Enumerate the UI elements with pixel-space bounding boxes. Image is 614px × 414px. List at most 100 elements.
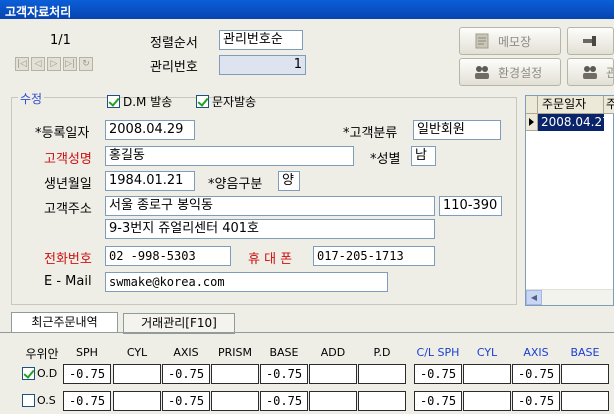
sort-label: 정렬순서 [150,36,198,51]
order-history-grid[interactable]: 주문일자 주 2008.04.27 ◀ [525,95,614,306]
rx-cell[interactable] [113,364,161,384]
manage-button[interactable]: 관 [567,58,614,86]
rx-cell[interactable] [358,391,406,411]
category-label: *고객분류 [343,126,398,141]
email-field[interactable]: swmake@korea.com [105,272,388,292]
notepad-icon [474,33,490,49]
rx-col-header-5: ADD [320,346,346,359]
rx-col-header-3: PRISM [218,346,252,359]
zip-field[interactable]: 110-390 [439,196,502,216]
phone-field[interactable]: 02 -998-5303 [105,246,231,266]
email-label: E - Mail [44,274,92,289]
sort-order-field[interactable]: 관리번호순 [219,30,303,50]
rx-cell[interactable] [113,391,161,411]
form-group-legend: 수정 [18,90,45,107]
rx-col-header-6: P.D [373,346,391,359]
mobile-label: 휴 대 폰 [248,252,293,267]
grid-col-order-date[interactable]: 주문일자 [538,96,604,113]
rx-col-header-7: C/L SPH [416,346,460,359]
dm-check-mark[interactable] [107,95,120,108]
name-label: 고객성명 [44,152,92,167]
category-field[interactable]: 일반회원 [413,120,501,140]
reg-date-label: *등록일자 [35,126,90,141]
side-header: 우위안 [25,347,59,361]
refresh-icon[interactable]: ↻ [79,57,93,71]
last-record-button[interactable]: ▷| [63,57,77,71]
gender-field[interactable]: 남 [411,146,436,166]
rx-cell[interactable] [561,391,609,411]
table-row[interactable]: 2008.04.27 [526,114,610,131]
rx-col-header-1: CYL [126,346,148,359]
rx-cell[interactable] [309,364,357,384]
order-date-cell[interactable]: 2008.04.27 [538,114,610,131]
gender-label: *성별 [370,152,401,167]
id-label: 관리번호 [150,60,198,75]
scroll-left-icon[interactable]: ◀ [526,290,542,305]
rx-col-header-9: AXIS [523,346,549,359]
address-line1-field[interactable]: 서울 종로구 봉익동 [105,196,435,216]
rx-cell[interactable]: -0.75 [260,364,308,384]
memo-button-label: 메모장 [498,34,532,49]
people-icon [582,64,598,80]
settings-button[interactable]: 환경설정 [459,58,561,86]
rx-col-header-8: CYL [476,346,498,359]
rx-cell[interactable]: -0.75 [414,364,462,384]
tool-button[interactable] [567,27,614,55]
rx-col-header-4: BASE [269,346,299,359]
rx-cell[interactable] [309,391,357,411]
first-record-button[interactable]: |◁ [15,57,29,71]
calendar-label: *양음구분 [208,177,263,192]
rx-col-header-2: AXIS [173,346,199,359]
memo-button[interactable]: 메모장 [459,27,561,55]
sms-label: 문자발송 [212,95,257,109]
rx-cell[interactable]: -0.75 [512,391,560,411]
previous-record-button[interactable]: ◁ [31,57,45,71]
rx-cell[interactable]: -0.75 [162,364,210,384]
mobile-field[interactable]: 017-205-1713 [313,246,435,266]
rx-row-checkbox[interactable] [22,367,35,380]
rx-row-toggle-od[interactable]: O.D [22,367,57,380]
rx-cell[interactable]: -0.75 [63,364,111,384]
rx-cell[interactable] [561,364,609,384]
rx-cell[interactable] [358,364,406,384]
reg-date-field[interactable]: 2008.04.29 [105,120,195,140]
rx-col-header-0: SPH [76,346,98,359]
rx-cell[interactable]: -0.75 [512,364,560,384]
phone-label: 전화번호 [44,252,92,267]
window-title: 고객자료처리 [0,0,614,19]
rx-col-header-10: BASE [570,346,600,359]
tab-divider [0,332,614,333]
birth-label: 생년월일 [44,177,92,192]
calendar-field[interactable]: 양 [278,171,300,191]
grid-horizontal-scrollbar[interactable]: ◀ [526,289,613,305]
manage-button-label: 관 [606,64,613,81]
rx-cell[interactable]: -0.75 [162,391,210,411]
tab-trade-management[interactable]: 거래관리[F10] [123,313,235,334]
dm-label: D.M 발송 [123,95,173,109]
rx-cell[interactable] [463,364,511,384]
next-record-button[interactable]: ▷ [47,57,61,71]
dm-checkbox[interactable]: D.M 발송 [107,93,172,110]
people-settings-icon [474,64,490,80]
rx-cell[interactable]: -0.75 [260,391,308,411]
address-line2-field[interactable]: 9-3번지 쥬얼리센터 401호 [105,219,435,239]
rx-cell[interactable] [211,391,259,411]
rx-row-toggle-os[interactable]: O.S [22,394,56,407]
rx-row-checkbox[interactable] [22,394,35,407]
sms-check-mark[interactable] [196,95,209,108]
address-label: 고객주소 [44,202,92,217]
rx-cell[interactable] [463,391,511,411]
grid-header: 주문일자 주 [526,96,614,114]
sms-checkbox[interactable]: 문자발송 [196,93,256,110]
grid-col-2[interactable]: 주 [604,96,614,113]
rx-cell[interactable]: -0.75 [63,391,111,411]
rx-cell[interactable]: -0.75 [414,391,462,411]
name-field[interactable]: 홍길동 [105,146,354,166]
tool-icon [582,33,598,49]
rx-row-label: O.S [37,394,56,407]
rx-cell[interactable] [211,364,259,384]
grid-corner [526,96,538,113]
settings-button-label: 환경설정 [498,65,543,80]
tab-recent-orders[interactable]: 최근주문내역 [11,312,118,333]
birth-field[interactable]: 1984.01.21 [105,171,195,191]
